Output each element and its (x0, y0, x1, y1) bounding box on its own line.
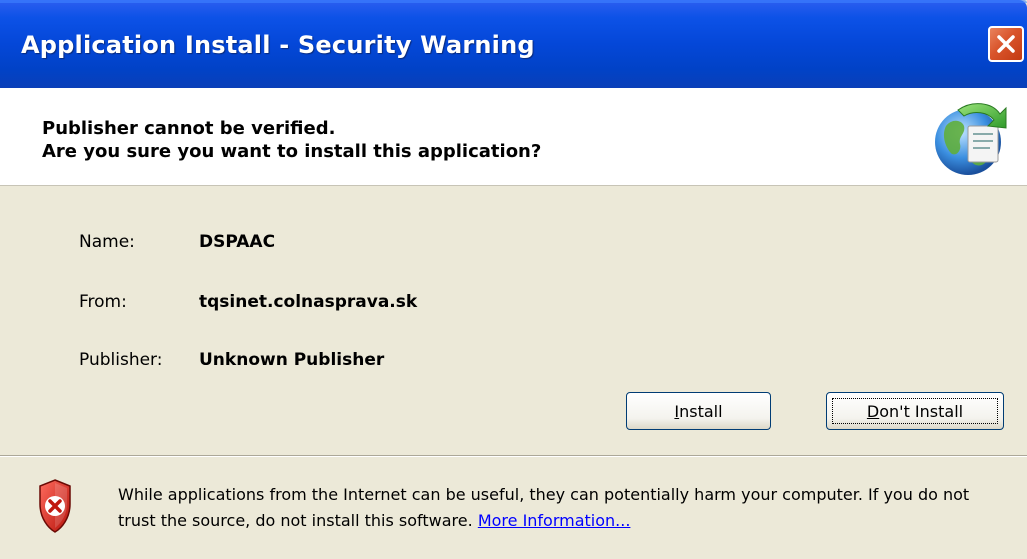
dont-install-button[interactable]: Don't Install (826, 392, 1004, 430)
more-information-link[interactable]: More Information... (478, 511, 631, 530)
footer-separator (0, 455, 1027, 457)
from-value: tqsinet.colnasprava.sk (199, 292, 418, 312)
footer-warning: While applications from the Internet can… (118, 482, 1008, 534)
install-button-label: nstall (679, 401, 723, 421)
close-icon (997, 35, 1015, 53)
header-line-2: Are you sure you want to install this ap… (42, 141, 542, 162)
install-button[interactable]: Install (626, 392, 771, 430)
dialog-header: Publisher cannot be verified. Are you su… (0, 88, 1027, 186)
name-label: Name: (79, 232, 135, 252)
header-line-1: Publisher cannot be verified. (42, 118, 336, 139)
dont-install-button-label: on't Install (879, 401, 964, 421)
title-bar[interactable]: Application Install - Security Warning (0, 0, 1027, 88)
window-title: Application Install - Security Warning (21, 31, 535, 59)
name-value: DSPAAC (199, 232, 276, 252)
close-button[interactable] (988, 26, 1024, 62)
publisher-label: Publisher: (79, 350, 163, 370)
security-warning-dialog: Application Install - Security Warning P… (0, 0, 1027, 559)
shield-warning-icon (39, 479, 71, 533)
globe-install-icon (935, 103, 1007, 175)
from-label: From: (79, 292, 127, 312)
publisher-value: Unknown Publisher (199, 350, 385, 370)
dont-install-button-accel: D (866, 401, 880, 421)
